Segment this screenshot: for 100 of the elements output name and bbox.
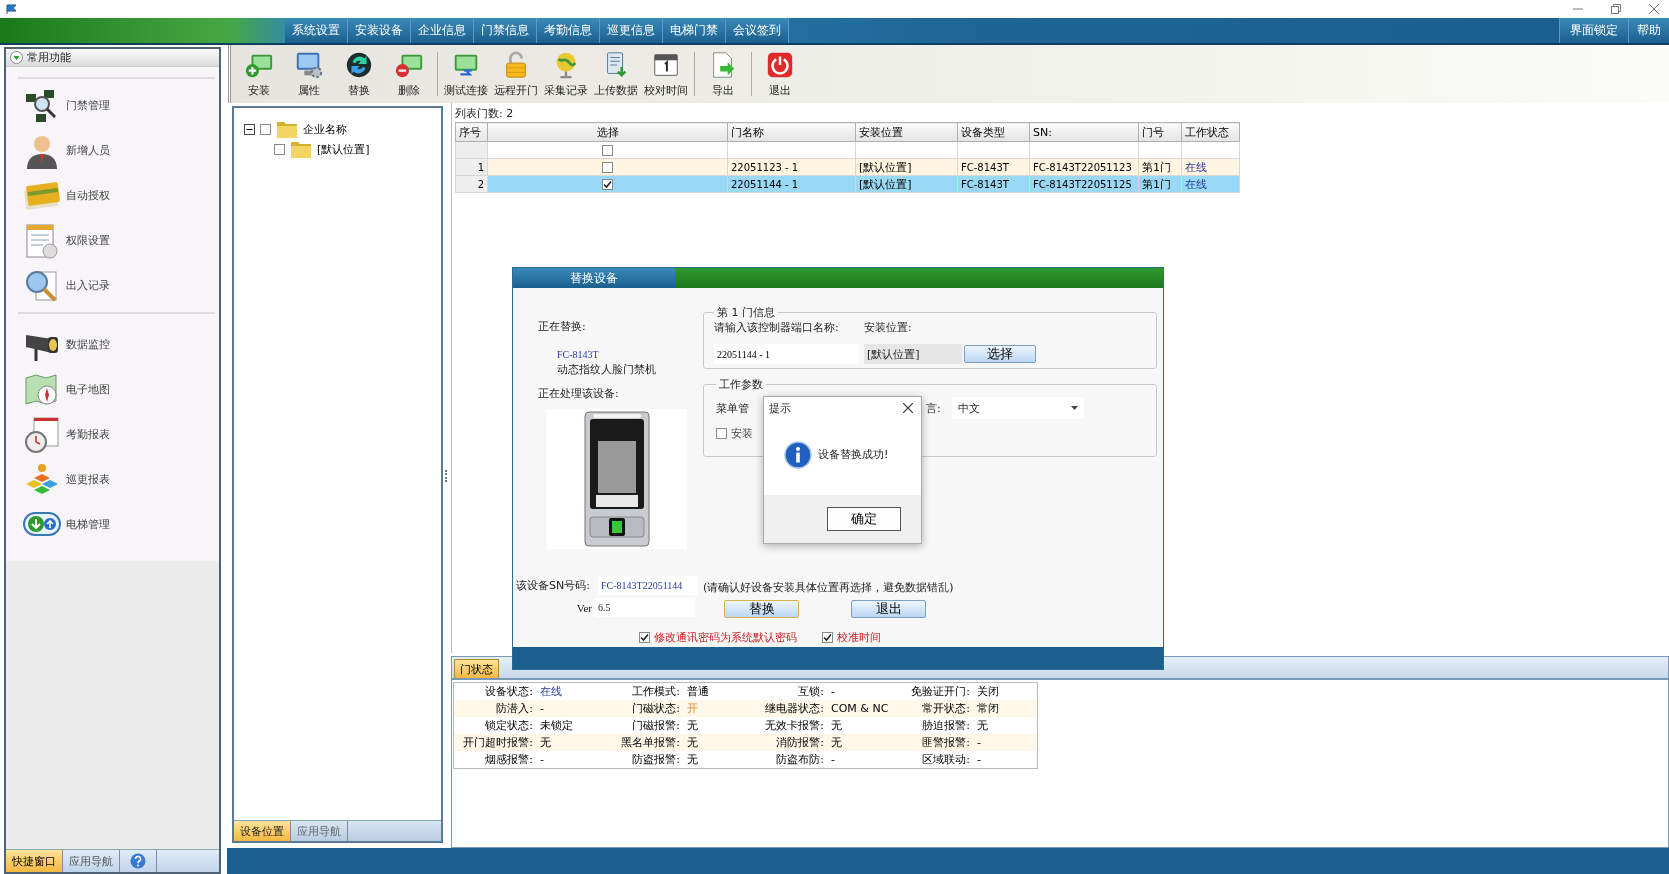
exit-button[interactable]: 退出	[851, 600, 926, 618]
field-value: -	[536, 700, 600, 717]
checkbox[interactable]	[602, 161, 613, 173]
ok-button[interactable]: 确定	[827, 507, 901, 531]
column-header[interactable]: 工作状态	[1181, 122, 1240, 142]
field-value: -	[830, 684, 836, 700]
menu-item[interactable]: 门禁信息	[474, 18, 537, 43]
column-header[interactable]: SN:	[1029, 122, 1139, 142]
stopwatch-icon	[22, 414, 62, 455]
column-header[interactable]: 选择	[487, 122, 728, 142]
dialog-title: 替换设备	[513, 268, 675, 288]
field-value: 常闭	[973, 700, 1037, 717]
toolbar-button[interactable]: 导出	[698, 48, 748, 100]
group-title: 第 1 门信息	[716, 305, 776, 320]
checkbox[interactable]	[274, 143, 285, 155]
field-value: 未锁定	[539, 718, 574, 734]
circular-arrows-icon	[344, 50, 374, 80]
field-value: 无	[683, 734, 744, 751]
toolbar-button[interactable]: 测试连接	[441, 48, 491, 100]
menu-item[interactable]: 界面锁定	[1559, 18, 1628, 43]
toolbar-button[interactable]: 校对时间	[641, 48, 691, 100]
field-value: 无	[827, 734, 891, 751]
menu-item[interactable]: 系统设置	[285, 18, 348, 43]
menu-item[interactable]: 考勤信息	[537, 18, 600, 43]
sidebar-item[interactable]: 新增人员	[66, 143, 110, 158]
help-icon[interactable]	[130, 853, 146, 869]
sidebar-item[interactable]: 数据监控	[66, 337, 110, 352]
sidebar-item[interactable]: 考勤报表	[66, 427, 110, 442]
checkbox-label[interactable]: 安装	[731, 426, 753, 441]
replace-button[interactable]: 替换	[724, 600, 799, 618]
field-label: 门磁状态:	[600, 700, 683, 717]
column-header[interactable]: 安装位置	[855, 122, 958, 142]
input-field[interactable]: 22051144 - 1	[714, 344, 859, 364]
tab[interactable]: 门状态	[454, 659, 499, 678]
sidebar-item[interactable]: 出入记录	[66, 278, 110, 293]
column-header[interactable]: 门号	[1138, 122, 1182, 142]
field-label: 互锁:	[797, 684, 825, 700]
tab[interactable]: 应用导航	[291, 821, 348, 841]
checkbox[interactable]	[639, 631, 650, 643]
field-label: 黑名单报警:	[600, 734, 683, 751]
column-header[interactable]: 序号	[455, 122, 488, 142]
menu-item[interactable]: 巡更信息	[600, 18, 663, 43]
field-label: 防盗布防:	[775, 752, 825, 768]
menu-item[interactable]: 企业信息	[411, 18, 474, 43]
tab[interactable]: 快捷窗口	[6, 850, 63, 872]
close-icon[interactable]	[903, 403, 913, 413]
column-header[interactable]: 门名称	[727, 122, 856, 142]
table-row[interactable]: 1 22051123 - 1 [默认位置] FC-8143T FC-8143T22051123 第1门 在线	[455, 158, 1240, 176]
field-value: 开	[683, 700, 744, 717]
field-label: 胁迫报警:	[921, 718, 971, 734]
toolbar-button[interactable]: 上传数据	[591, 48, 641, 100]
field-label: 锁定状态:	[484, 718, 534, 734]
collapse-caret-icon[interactable]	[10, 51, 23, 64]
power-icon	[765, 50, 795, 80]
column-header[interactable]: 设备类型	[957, 122, 1030, 142]
checkbox[interactable]	[602, 178, 613, 190]
checkbox[interactable]	[716, 428, 727, 439]
toolbar-button[interactable]: 属性	[284, 48, 334, 100]
checkbox[interactable]	[260, 123, 271, 135]
sidebar-item[interactable]: 权限设置	[66, 233, 110, 248]
menu-item[interactable]: 安装设备	[348, 18, 411, 43]
tree-node[interactable]: [默认位置]	[317, 141, 370, 157]
restore-icon[interactable]	[1611, 4, 1621, 14]
sidebar-item[interactable]: 门禁管理	[66, 98, 110, 113]
toolbar-button[interactable]: 安装	[234, 48, 284, 100]
toolbar-button[interactable]: 远程开门	[491, 48, 541, 100]
menu-item[interactable]: 会议签到	[726, 18, 789, 43]
monitor-gear-icon	[294, 50, 324, 80]
sidebar-item[interactable]: 电梯管理	[66, 517, 110, 532]
field-label: 设备状态:	[484, 684, 534, 700]
folder-icon	[276, 119, 298, 139]
checkbox[interactable]	[602, 144, 613, 156]
collapse-icon[interactable]	[244, 123, 255, 135]
checkbox-label[interactable]: 修改通讯密码为系统默认密码	[654, 629, 797, 645]
sidebar-item[interactable]: 巡更报表	[66, 472, 110, 487]
field-value: 普通	[686, 684, 710, 700]
sidebar-item[interactable]: 自动授权	[66, 188, 110, 203]
field-value: 无	[976, 718, 989, 734]
tab[interactable]: 设备位置	[234, 821, 291, 841]
field-label: 烟感报警:	[484, 752, 534, 768]
toolbar-button[interactable]: 替换	[334, 48, 384, 100]
sn-field[interactable]: FC-8143T22051144	[598, 575, 698, 595]
location-field[interactable]: [默认位置]	[864, 344, 962, 364]
checkbox[interactable]	[822, 631, 833, 643]
toolbar-button[interactable]: 采集记录	[541, 48, 591, 100]
toolbar-button[interactable]: 退出	[755, 48, 805, 100]
label: 菜单管	[716, 400, 750, 416]
language-dropdown[interactable]: 中文	[952, 397, 1084, 419]
field-value: -	[976, 752, 982, 768]
checkbox-label[interactable]: 校准时间	[837, 629, 881, 645]
tab[interactable]: 应用导航	[63, 850, 120, 872]
tree-node[interactable]: 企业名称	[303, 121, 347, 137]
table-row[interactable]: 2 22051144 - 1 [默认位置] FC-8143T FC-8143T22051125 第1门 在线	[455, 175, 1240, 193]
sidebar-item[interactable]: 电子地图	[66, 382, 110, 397]
menu-item[interactable]: 帮助	[1628, 18, 1669, 43]
device-description: 动态指纹人脸门禁机	[557, 362, 657, 377]
menu-item[interactable]: 电梯门禁	[663, 18, 726, 43]
toolbar-button[interactable]: 删除	[384, 48, 434, 100]
select-button[interactable]: 选择	[964, 345, 1036, 363]
version-field[interactable]: 6.5	[595, 598, 695, 617]
